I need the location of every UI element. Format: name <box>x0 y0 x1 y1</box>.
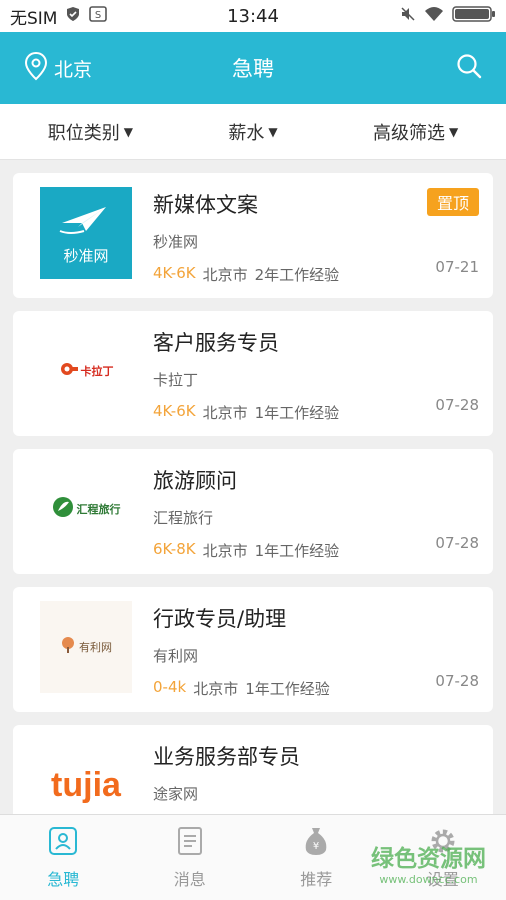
job-city: 北京市 <box>193 680 239 698</box>
job-city: 北京市 <box>202 542 248 560</box>
logo-text: 汇程旅行 <box>76 503 121 516</box>
company-name: 有利网 <box>153 647 199 665</box>
filter-label: 高级筛选 <box>373 122 446 144</box>
job-city: 北京市 <box>202 404 248 422</box>
experience: 1年工作经验 <box>254 404 340 422</box>
wifi-icon <box>424 6 444 27</box>
tab-settings[interactable]: 设置 <box>380 815 506 900</box>
gear-icon <box>428 826 458 860</box>
status-bar: 无SIM S 13:44 <box>0 0 506 32</box>
job-list: 秒准网 新媒体文案 秒准网 4K-6K 北京市 2年工作经验 置顶 07-21 … <box>0 160 506 850</box>
pinned-badge: 置顶 <box>426 188 479 216</box>
notification-icon: S <box>89 5 108 27</box>
tab-recommend[interactable]: ¥ 推荐 <box>253 815 380 900</box>
tab-label: 推荐 <box>300 869 333 889</box>
logo-text: 卡拉丁 <box>80 365 114 378</box>
job-city: 北京市 <box>202 266 248 284</box>
location-pin-icon <box>24 51 48 86</box>
leaf-logo-icon <box>52 496 74 522</box>
filter-advanced[interactable]: 高级筛选 ▼ <box>373 119 458 145</box>
salary: 4K-6K <box>153 264 196 282</box>
filter-salary[interactable]: 薪水 ▼ <box>228 119 277 145</box>
caret-down-icon: ▼ <box>449 124 459 139</box>
search-button[interactable] <box>456 53 482 83</box>
job-card[interactable]: 卡拉丁 客户服务专员 卡拉丁 4K-6K 北京市 1年工作经验 07-28 <box>13 311 493 436</box>
search-icon <box>456 54 482 83</box>
wrench-logo-icon <box>59 361 79 381</box>
filter-label: 薪水 <box>228 122 265 144</box>
salary: 6K-8K <box>153 540 196 558</box>
filter-label: 职位类别 <box>47 122 120 144</box>
salary: 0-4k <box>153 678 187 696</box>
message-icon <box>176 826 204 860</box>
filter-bar: 职位类别 ▼ 薪水 ▼ 高级筛选 ▼ <box>0 104 506 160</box>
job-card[interactable]: 有利网 行政专员/助理 有利网 0-4k 北京市 1年工作经验 07-28 <box>13 587 493 712</box>
post-date: 07-28 <box>435 534 479 552</box>
city-selector[interactable]: 北京 <box>24 51 92 86</box>
filter-category[interactable]: 职位类别 ▼ <box>48 119 133 145</box>
carrier-label: 无SIM <box>10 8 58 29</box>
plane-logo-icon <box>59 206 106 234</box>
job-title: 行政专员/助理 <box>153 607 287 631</box>
salary: 4K-6K <box>153 402 196 420</box>
tab-label: 消息 <box>173 869 206 889</box>
svg-text:¥: ¥ <box>313 841 319 852</box>
mute-icon <box>400 6 416 27</box>
moneybag-icon: ¥ <box>302 826 330 860</box>
city-label: 北京 <box>54 58 93 81</box>
logo-text: 秒准网 <box>63 246 109 265</box>
svg-text:S: S <box>95 10 101 21</box>
tree-logo-icon <box>60 636 76 658</box>
tab-urgent-jobs[interactable]: 急聘 <box>0 815 127 900</box>
job-icon <box>48 826 78 860</box>
tab-label: 急聘 <box>47 869 80 889</box>
app-header: 北京 急聘 <box>0 32 506 104</box>
post-date: 07-28 <box>435 396 479 414</box>
post-date: 07-28 <box>435 672 479 690</box>
tab-label: 设置 <box>426 869 459 889</box>
company-name: 途家网 <box>153 785 199 803</box>
company-name: 汇程旅行 <box>153 509 214 527</box>
company-name: 卡拉丁 <box>153 371 199 389</box>
job-title: 业务服务部专员 <box>153 745 300 769</box>
company-logo: 汇程旅行 <box>40 463 132 555</box>
caret-down-icon: ▼ <box>268 124 278 139</box>
job-title: 旅游顾问 <box>153 469 237 493</box>
company-logo: 有利网 <box>40 601 132 693</box>
logo-text: 有利网 <box>79 641 112 654</box>
bottom-tab-bar: 急聘 消息 ¥ 推荐 设置 <box>0 814 506 900</box>
experience: 1年工作经验 <box>245 680 330 698</box>
shield-icon <box>65 6 81 27</box>
logo-text: tujia <box>51 765 121 804</box>
battery-icon <box>452 5 496 28</box>
job-card[interactable]: 汇程旅行 旅游顾问 汇程旅行 6K-8K 北京市 1年工作经验 07-28 <box>13 449 493 574</box>
company-logo: 秒准网 <box>40 187 132 279</box>
post-date: 07-21 <box>435 258 479 276</box>
company-name: 秒准网 <box>153 233 199 251</box>
company-logo: 卡拉丁 <box>40 325 132 417</box>
experience: 1年工作经验 <box>254 542 340 560</box>
job-title: 客户服务专员 <box>153 331 279 355</box>
job-card[interactable]: 秒准网 新媒体文案 秒准网 4K-6K 北京市 2年工作经验 置顶 07-21 <box>13 173 493 298</box>
tab-messages[interactable]: 消息 <box>127 815 254 900</box>
caret-down-icon: ▼ <box>123 124 133 139</box>
experience: 2年工作经验 <box>254 266 340 284</box>
